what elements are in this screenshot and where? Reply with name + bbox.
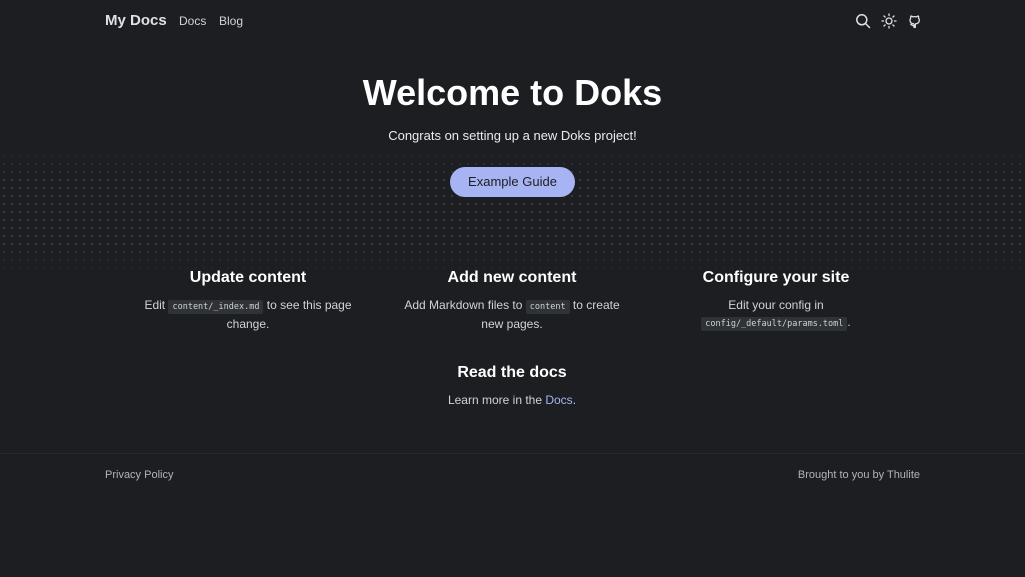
sun-icon bbox=[881, 13, 897, 29]
github-button[interactable] bbox=[908, 13, 924, 29]
example-guide-button[interactable]: Example Guide bbox=[450, 167, 575, 197]
feature-text: Edit your config in config/_default/para… bbox=[661, 297, 891, 333]
feature-code: content/_index.md bbox=[168, 300, 264, 314]
nav-link-docs[interactable]: Docs bbox=[179, 14, 206, 28]
feature-configure-site: Configure your site Edit your config in … bbox=[661, 269, 891, 333]
hero-section: Welcome to Doks Congrats on setting up a… bbox=[0, 44, 1025, 274]
feature-code: config/_default/params.toml bbox=[701, 317, 848, 331]
feature-text-after: . bbox=[572, 393, 577, 407]
footer-credit: Brought to you by Thulite bbox=[797, 469, 920, 481]
privacy-policy-link[interactable]: Privacy Policy bbox=[105, 469, 173, 481]
feature-text-before: Edit bbox=[144, 298, 169, 312]
dot-pattern-background bbox=[0, 144, 1025, 274]
search-button[interactable] bbox=[855, 13, 871, 29]
feature-text-after: . bbox=[847, 315, 851, 329]
feature-text-before: Add Markdown files to bbox=[404, 298, 526, 312]
theme-toggle-button[interactable] bbox=[881, 13, 897, 29]
feature-text-before: Edit your config in bbox=[728, 298, 824, 312]
hero-title: Welcome to Doks bbox=[362, 72, 663, 113]
feature-text: Learn more in the Docs. bbox=[397, 392, 627, 409]
feature-title: Configure your site bbox=[702, 269, 850, 286]
feature-title: Read the docs bbox=[457, 364, 567, 381]
feature-code: content bbox=[525, 300, 570, 314]
docs-link[interactable]: Docs bbox=[545, 393, 572, 407]
feature-title: Update content bbox=[189, 269, 307, 286]
page: My Docs Docs Blog Welcome to Doks Congra… bbox=[0, 0, 1025, 577]
nav-link-blog[interactable]: Blog bbox=[219, 14, 243, 28]
feature-text: Edit content/_index.md to see this page … bbox=[133, 297, 363, 333]
brand-logo[interactable]: My Docs bbox=[105, 12, 167, 29]
footer: Privacy Policy Brought to you by Thulite bbox=[0, 453, 1025, 577]
search-icon bbox=[856, 14, 871, 29]
feature-update-content: Update content Edit content/_index.md to… bbox=[133, 269, 363, 333]
navbar: My Docs Docs Blog bbox=[0, 0, 1025, 44]
feature-text: Add Markdown files to content to create … bbox=[397, 297, 627, 333]
feature-text-before: Learn more in the bbox=[447, 393, 546, 407]
feature-title: Add new content bbox=[447, 269, 577, 286]
feature-add-new-content: Add new content Add Markdown files to co… bbox=[397, 269, 627, 333]
github-icon bbox=[909, 15, 920, 29]
hero-lead: Congrats on setting up a new Doks projec… bbox=[388, 128, 637, 143]
feature-read-docs: Read the docs Learn more in the Docs. bbox=[397, 364, 627, 409]
